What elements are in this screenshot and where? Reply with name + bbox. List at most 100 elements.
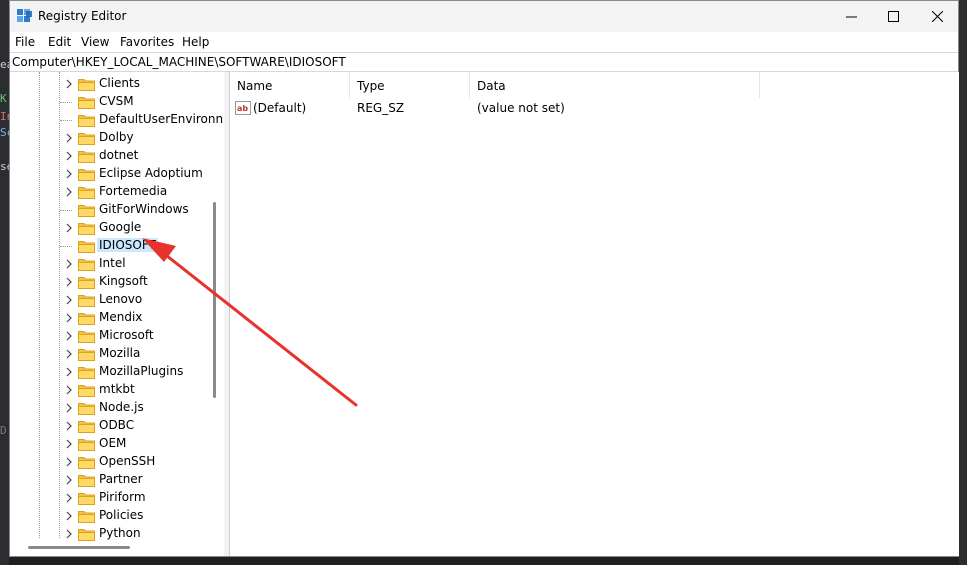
menu-view[interactable]: View: [81, 35, 109, 49]
chevron-right-icon[interactable]: [64, 510, 74, 522]
tree-horizontal-scrollbar[interactable]: [28, 546, 130, 549]
tree-item[interactable]: DefaultUserEnvironn: [60, 111, 223, 129]
tree-item-label: Lenovo: [99, 292, 143, 306]
folder-icon: [78, 367, 95, 379]
folder-icon: [78, 439, 95, 451]
chevron-right-icon[interactable]: [64, 168, 74, 180]
chevron-right-icon[interactable]: [64, 474, 74, 486]
tree-item-label: OpenSSH: [99, 454, 156, 468]
tree-item[interactable]: dotnet: [64, 147, 214, 165]
folder-icon: [78, 241, 95, 253]
background-desktop-left: ea K In Sc se D: [0, 0, 13, 565]
key-tree-pane[interactable]: Clients CVSM DefaultUserEnvironn Dolby dotne…: [10, 72, 225, 556]
tree-item[interactable]: Mendix: [64, 309, 214, 327]
menu-favorites[interactable]: Favorites: [120, 35, 174, 49]
chevron-right-icon[interactable]: [64, 492, 74, 504]
tree-item[interactable]: Python: [64, 525, 214, 543]
folder-icon: [78, 79, 95, 91]
menu-help[interactable]: Help: [182, 35, 209, 49]
tree-item[interactable]: Piriform: [64, 489, 214, 507]
tree-item[interactable]: GitForWindows: [60, 201, 214, 219]
tree-item[interactable]: Microsoft: [64, 327, 214, 345]
chevron-right-icon[interactable]: [64, 528, 74, 540]
tree-item[interactable]: mtkbt: [64, 381, 214, 399]
chevron-right-icon[interactable]: [64, 438, 74, 450]
chevron-right-icon[interactable]: [64, 258, 74, 270]
folder-icon: [78, 331, 95, 343]
tree-item[interactable]: OpenSSH: [64, 453, 214, 471]
registry-editor-icon: [17, 9, 32, 22]
chevron-right-icon[interactable]: [64, 132, 74, 144]
chevron-right-icon[interactable]: [64, 330, 74, 342]
tree-connector: [60, 102, 72, 103]
chevron-right-icon[interactable]: [64, 402, 74, 414]
chevron-right-icon[interactable]: [64, 78, 74, 90]
tree-item[interactable]: Intel: [64, 255, 214, 273]
chevron-right-icon[interactable]: [64, 150, 74, 162]
tree-item-label: Mozilla: [99, 346, 141, 360]
folder-icon: [78, 511, 95, 523]
menu-file[interactable]: File: [15, 35, 35, 49]
title-bar[interactable]: Registry Editor: [10, 1, 958, 32]
tree-item[interactable]: Partner: [64, 471, 214, 489]
tree-item[interactable]: CVSM: [60, 93, 214, 111]
close-button[interactable]: [914, 1, 960, 32]
tree-item-label: Clients: [99, 76, 140, 90]
tree-item-label: CVSM: [99, 94, 134, 108]
tree-item-label: mtkbt: [99, 382, 135, 396]
tree-item[interactable]: MozillaPlugins: [64, 363, 214, 381]
tree-item[interactable]: Lenovo: [64, 291, 214, 309]
tree-item[interactable]: Kingsoft: [64, 273, 214, 291]
column-header-type[interactable]: Type: [350, 72, 470, 98]
tree-connector: [60, 246, 72, 247]
tree-item-label: Python: [99, 526, 141, 540]
chevron-right-icon[interactable]: [64, 312, 74, 324]
tree-item[interactable]: Fortemedia: [64, 183, 214, 201]
maximize-button[interactable]: [870, 1, 916, 32]
menu-edit[interactable]: Edit: [48, 35, 71, 49]
tree-item-label: MozillaPlugins: [99, 364, 184, 378]
folder-icon: [78, 529, 95, 541]
tree-item[interactable]: Dolby: [64, 129, 214, 147]
chevron-right-icon[interactable]: [64, 420, 74, 432]
background-text: D: [0, 424, 7, 437]
tree-item-label: OEM: [99, 436, 127, 450]
chevron-right-icon[interactable]: [64, 186, 74, 198]
folder-icon: [78, 259, 95, 271]
chevron-right-icon[interactable]: [64, 456, 74, 468]
chevron-right-icon[interactable]: [64, 276, 74, 288]
tree-item-label: Piriform: [99, 490, 146, 504]
tree-item[interactable]: IDIOSOFT: [60, 237, 214, 255]
tree-item-label: ODBC: [99, 418, 135, 432]
tree-item[interactable]: Policies: [64, 507, 214, 525]
chevron-right-icon[interactable]: [64, 366, 74, 378]
tree-item-label: Fortemedia: [99, 184, 168, 198]
address-path[interactable]: Computer\HKEY_LOCAL_MACHINE\SOFTWARE\IDI…: [12, 55, 346, 69]
values-list-pane[interactable]: Name Type Data ab (Default) REG_SZ (valu…: [229, 72, 959, 556]
column-header-name[interactable]: Name: [230, 72, 350, 98]
minimize-icon: [845, 16, 857, 18]
tree-item[interactable]: Mozilla: [64, 345, 214, 363]
chevron-right-icon[interactable]: [64, 348, 74, 360]
chevron-right-icon[interactable]: [64, 222, 74, 234]
chevron-right-icon[interactable]: [64, 384, 74, 396]
folder-icon: [78, 493, 95, 505]
tree-item[interactable]: ODBC: [64, 417, 214, 435]
folder-icon: [78, 151, 95, 163]
tree-item[interactable]: Google: [64, 219, 214, 237]
minimize-button[interactable]: [828, 1, 874, 32]
tree-item-label: DefaultUserEnvironn: [99, 112, 224, 126]
tree-vertical-scrollbar[interactable]: [213, 202, 216, 398]
column-header-data[interactable]: Data: [470, 72, 760, 98]
tree-item-label: Eclipse Adoptium: [99, 166, 203, 180]
address-bar[interactable]: Computer\HKEY_LOCAL_MACHINE\SOFTWARE\IDI…: [10, 52, 958, 72]
folder-icon: [78, 421, 95, 433]
tree-item[interactable]: Node.js: [64, 399, 214, 417]
tree-item[interactable]: Clients: [64, 75, 214, 93]
chevron-right-icon[interactable]: [64, 294, 74, 306]
value-row[interactable]: ab (Default) REG_SZ (value not set): [230, 99, 959, 117]
tree-item-label: GitForWindows: [99, 202, 189, 216]
tree-item[interactable]: Eclipse Adoptium: [64, 165, 214, 183]
tree-item[interactable]: OEM: [64, 435, 214, 453]
folder-icon: [78, 403, 95, 415]
